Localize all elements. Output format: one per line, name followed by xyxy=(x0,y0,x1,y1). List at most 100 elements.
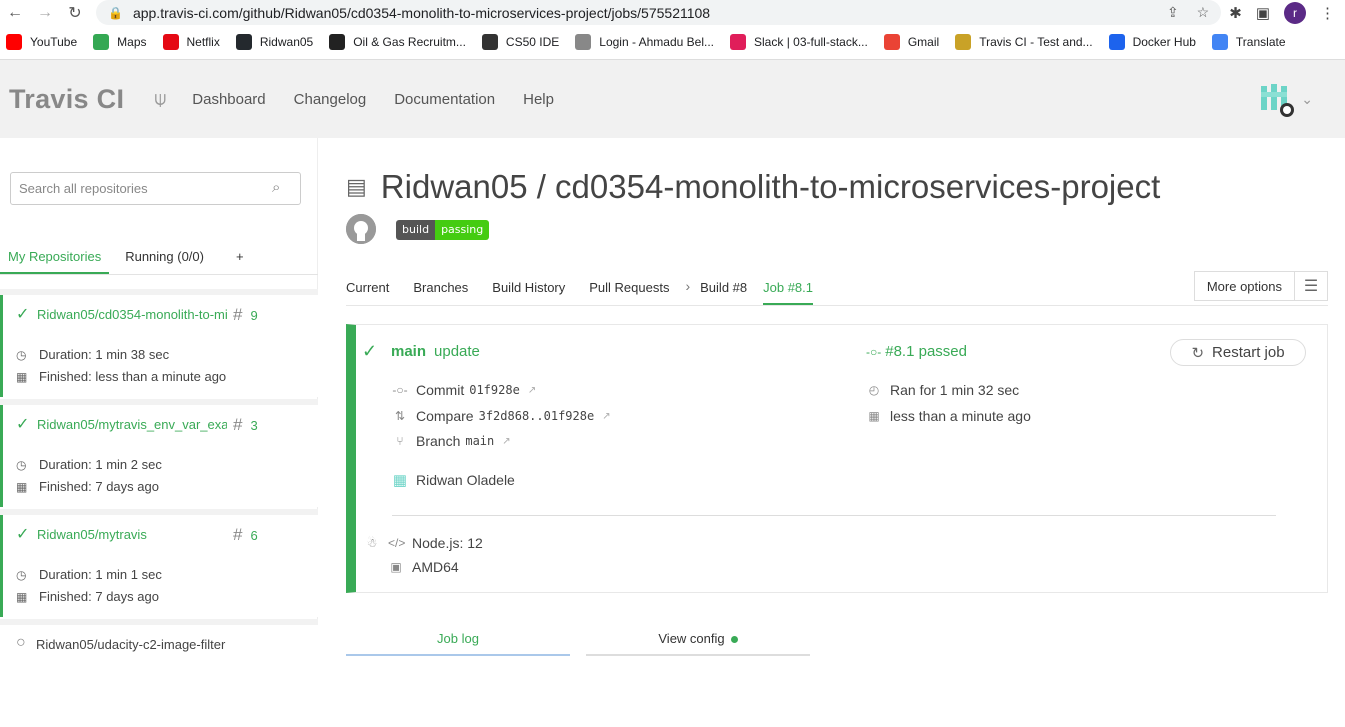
tab-my-repositories[interactable]: My Repositories xyxy=(0,240,110,274)
calendar-icon: ▦ xyxy=(16,369,28,384)
linux-icon: ☃ xyxy=(366,536,378,550)
bookmark-item[interactable]: Netflix xyxy=(162,34,220,50)
build-status-badge[interactable]: build passing xyxy=(396,220,490,240)
nav-documentation[interactable]: Documentation xyxy=(394,91,495,108)
branch-name[interactable]: main xyxy=(391,343,426,360)
bookmark-favicon-icon xyxy=(730,34,747,50)
check-icon: ✓ xyxy=(16,526,30,543)
bookmark-item[interactable]: YouTube xyxy=(6,34,77,50)
back-icon[interactable]: ← xyxy=(0,4,30,22)
restart-job-button[interactable]: ↻ Restart job xyxy=(1170,339,1306,366)
clock-icon: ◷ xyxy=(16,347,27,362)
external-link-icon[interactable]: ↗ xyxy=(528,385,536,396)
build-number[interactable]: 6 xyxy=(250,528,257,543)
nav-help[interactable]: Help xyxy=(523,91,554,108)
bookmark-item[interactable]: Travis CI - Test and... xyxy=(955,34,1093,50)
job-tabs: Current Branches Build History Pull Requ… xyxy=(346,270,1328,306)
repo-item[interactable]: ○ Ridwan05/udacity-c2-image-filter xyxy=(0,625,318,727)
branch-value[interactable]: main xyxy=(465,434,494,448)
sidepanel-icon[interactable]: ▣ xyxy=(1256,4,1270,22)
repo-name[interactable]: Ridwan05/cd0354-monolith-to-microservice… xyxy=(37,307,227,322)
bookmark-label: Translate xyxy=(1235,35,1286,49)
tab-running[interactable]: Running (0/0) xyxy=(117,240,212,274)
bookmark-item[interactable]: Login - Ahmadu Bel... xyxy=(575,34,714,50)
nav-changelog[interactable]: Changelog xyxy=(294,91,367,108)
finished: Finished: 7 days ago xyxy=(39,589,159,604)
add-repo-button[interactable]: + xyxy=(228,240,252,274)
build-number[interactable]: 3 xyxy=(250,418,257,433)
bookmark-label: Docker Hub xyxy=(1132,35,1196,49)
tab-current[interactable]: Current xyxy=(346,270,401,305)
repo-name[interactable]: Ridwan05/udacity-c2-image-filter xyxy=(36,637,226,652)
repo-name[interactable]: Ridwan05/mytravis_env_var_example xyxy=(37,417,227,432)
restart-label: Restart job xyxy=(1212,344,1285,361)
language: Node.js: 12 xyxy=(412,535,483,551)
bookmark-item[interactable]: Maps xyxy=(93,34,147,50)
repo-item[interactable]: ✓ Ridwan05/mytravis_env_var_example #3 ◷… xyxy=(0,405,318,507)
repo-book-icon: ▤ xyxy=(346,174,367,199)
profile-avatar[interactable]: r xyxy=(1284,1,1306,24)
github-icon[interactable] xyxy=(346,214,376,244)
clock-icon: ◷ xyxy=(16,567,27,582)
travis-header: Travis CI ⍦ Dashboard Changelog Document… xyxy=(0,60,1345,138)
bookmark-favicon-icon xyxy=(1211,34,1228,50)
menu-icon[interactable]: ⋮ xyxy=(1320,4,1335,22)
duration: Duration: 1 min 38 sec xyxy=(39,347,170,362)
bookmark-favicon-icon xyxy=(1108,34,1125,50)
tab-branches[interactable]: Branches xyxy=(401,270,480,305)
bookmark-item[interactable]: Oil & Gas Recruitm... xyxy=(329,34,466,50)
search-input[interactable]: Search all repositories xyxy=(10,172,301,205)
build-number[interactable]: 9 xyxy=(250,308,257,323)
repo-item[interactable]: ✓ Ridwan05/mytravis #6 ◷ Duration: 1 min … xyxy=(0,515,318,617)
code-icon: </> xyxy=(388,536,406,550)
broadcast-icon[interactable]: ⍦ xyxy=(154,88,166,111)
external-link-icon[interactable]: ↗ xyxy=(502,436,510,447)
bookmark-favicon-icon xyxy=(235,34,252,50)
bookmark-item[interactable]: Ridwan05 xyxy=(235,34,313,50)
tab-view-config[interactable]: View config xyxy=(586,620,810,656)
travis-logo[interactable]: Travis CI xyxy=(9,84,124,115)
external-link-icon[interactable]: ↗ xyxy=(602,411,610,422)
share-icon[interactable]: ⇪ xyxy=(1167,4,1179,21)
tab-job-log[interactable]: Job log xyxy=(346,620,570,656)
bookmark-item[interactable]: Translate xyxy=(1211,34,1286,50)
hamburger-icon[interactable]: ☰ xyxy=(1294,271,1327,301)
bookmark-item[interactable]: CS50 IDE xyxy=(481,34,559,50)
tab-build-history[interactable]: Build History xyxy=(480,270,577,305)
search-icon[interactable]: ⌕ xyxy=(272,179,280,196)
more-options-button[interactable]: More options ☰ xyxy=(1193,271,1328,301)
compare-range[interactable]: 3f2d868..01f928e xyxy=(479,409,595,423)
star-icon[interactable]: ☆ xyxy=(1197,4,1210,21)
extensions-icon[interactable]: ✱ xyxy=(1229,4,1242,22)
check-icon: ✓ xyxy=(16,306,30,323)
author-name: Ridwan Oladele xyxy=(416,472,515,488)
reload-icon[interactable]: ↻ xyxy=(60,3,90,23)
bookmark-label: Netflix xyxy=(186,35,220,49)
forward-icon[interactable]: → xyxy=(30,4,60,22)
bookmark-label: YouTube xyxy=(30,35,78,49)
bookmark-item[interactable]: Gmail xyxy=(883,34,939,50)
chevron-down-icon[interactable]: ⌄ xyxy=(1301,91,1313,108)
bookmark-label: Slack | 03-full-stack... xyxy=(754,35,868,49)
repo-sidebar: Search all repositories ⌕ My Repositorie… xyxy=(0,138,318,727)
commit-hash[interactable]: 01f928e xyxy=(469,383,520,397)
repo-item[interactable]: ✓ Ridwan05/cd0354-monolith-to-microservi… xyxy=(0,295,318,397)
more-options-label: More options xyxy=(1206,278,1282,294)
tab-pull-requests[interactable]: Pull Requests xyxy=(577,270,681,305)
tab-job[interactable]: Job #8.1 xyxy=(763,270,813,305)
bookmark-item[interactable]: Slack | 03-full-stack... xyxy=(730,34,868,50)
architecture: AMD64 xyxy=(412,559,459,575)
nav-dashboard[interactable]: Dashboard xyxy=(192,91,265,108)
user-avatar[interactable] xyxy=(1259,82,1295,117)
restart-icon: ↻ xyxy=(1191,344,1205,362)
bookmark-favicon-icon xyxy=(481,34,498,50)
tab-build[interactable]: Build #8 xyxy=(694,270,759,305)
repo-name[interactable]: Ridwan05/mytravis xyxy=(37,527,227,542)
address-bar[interactable]: 🔒 app.travis-ci.com/github/Ridwan05/cd03… xyxy=(96,0,1222,25)
branch-icon: ⑂ xyxy=(396,434,404,448)
ran-for: Ran for 1 min 32 sec xyxy=(890,382,1020,398)
user-menu[interactable]: ⌄ xyxy=(1259,82,1313,117)
bookmark-item[interactable]: Docker Hub xyxy=(1108,34,1196,50)
commit-message: update xyxy=(434,343,480,360)
check-icon: ✓ xyxy=(16,416,30,433)
